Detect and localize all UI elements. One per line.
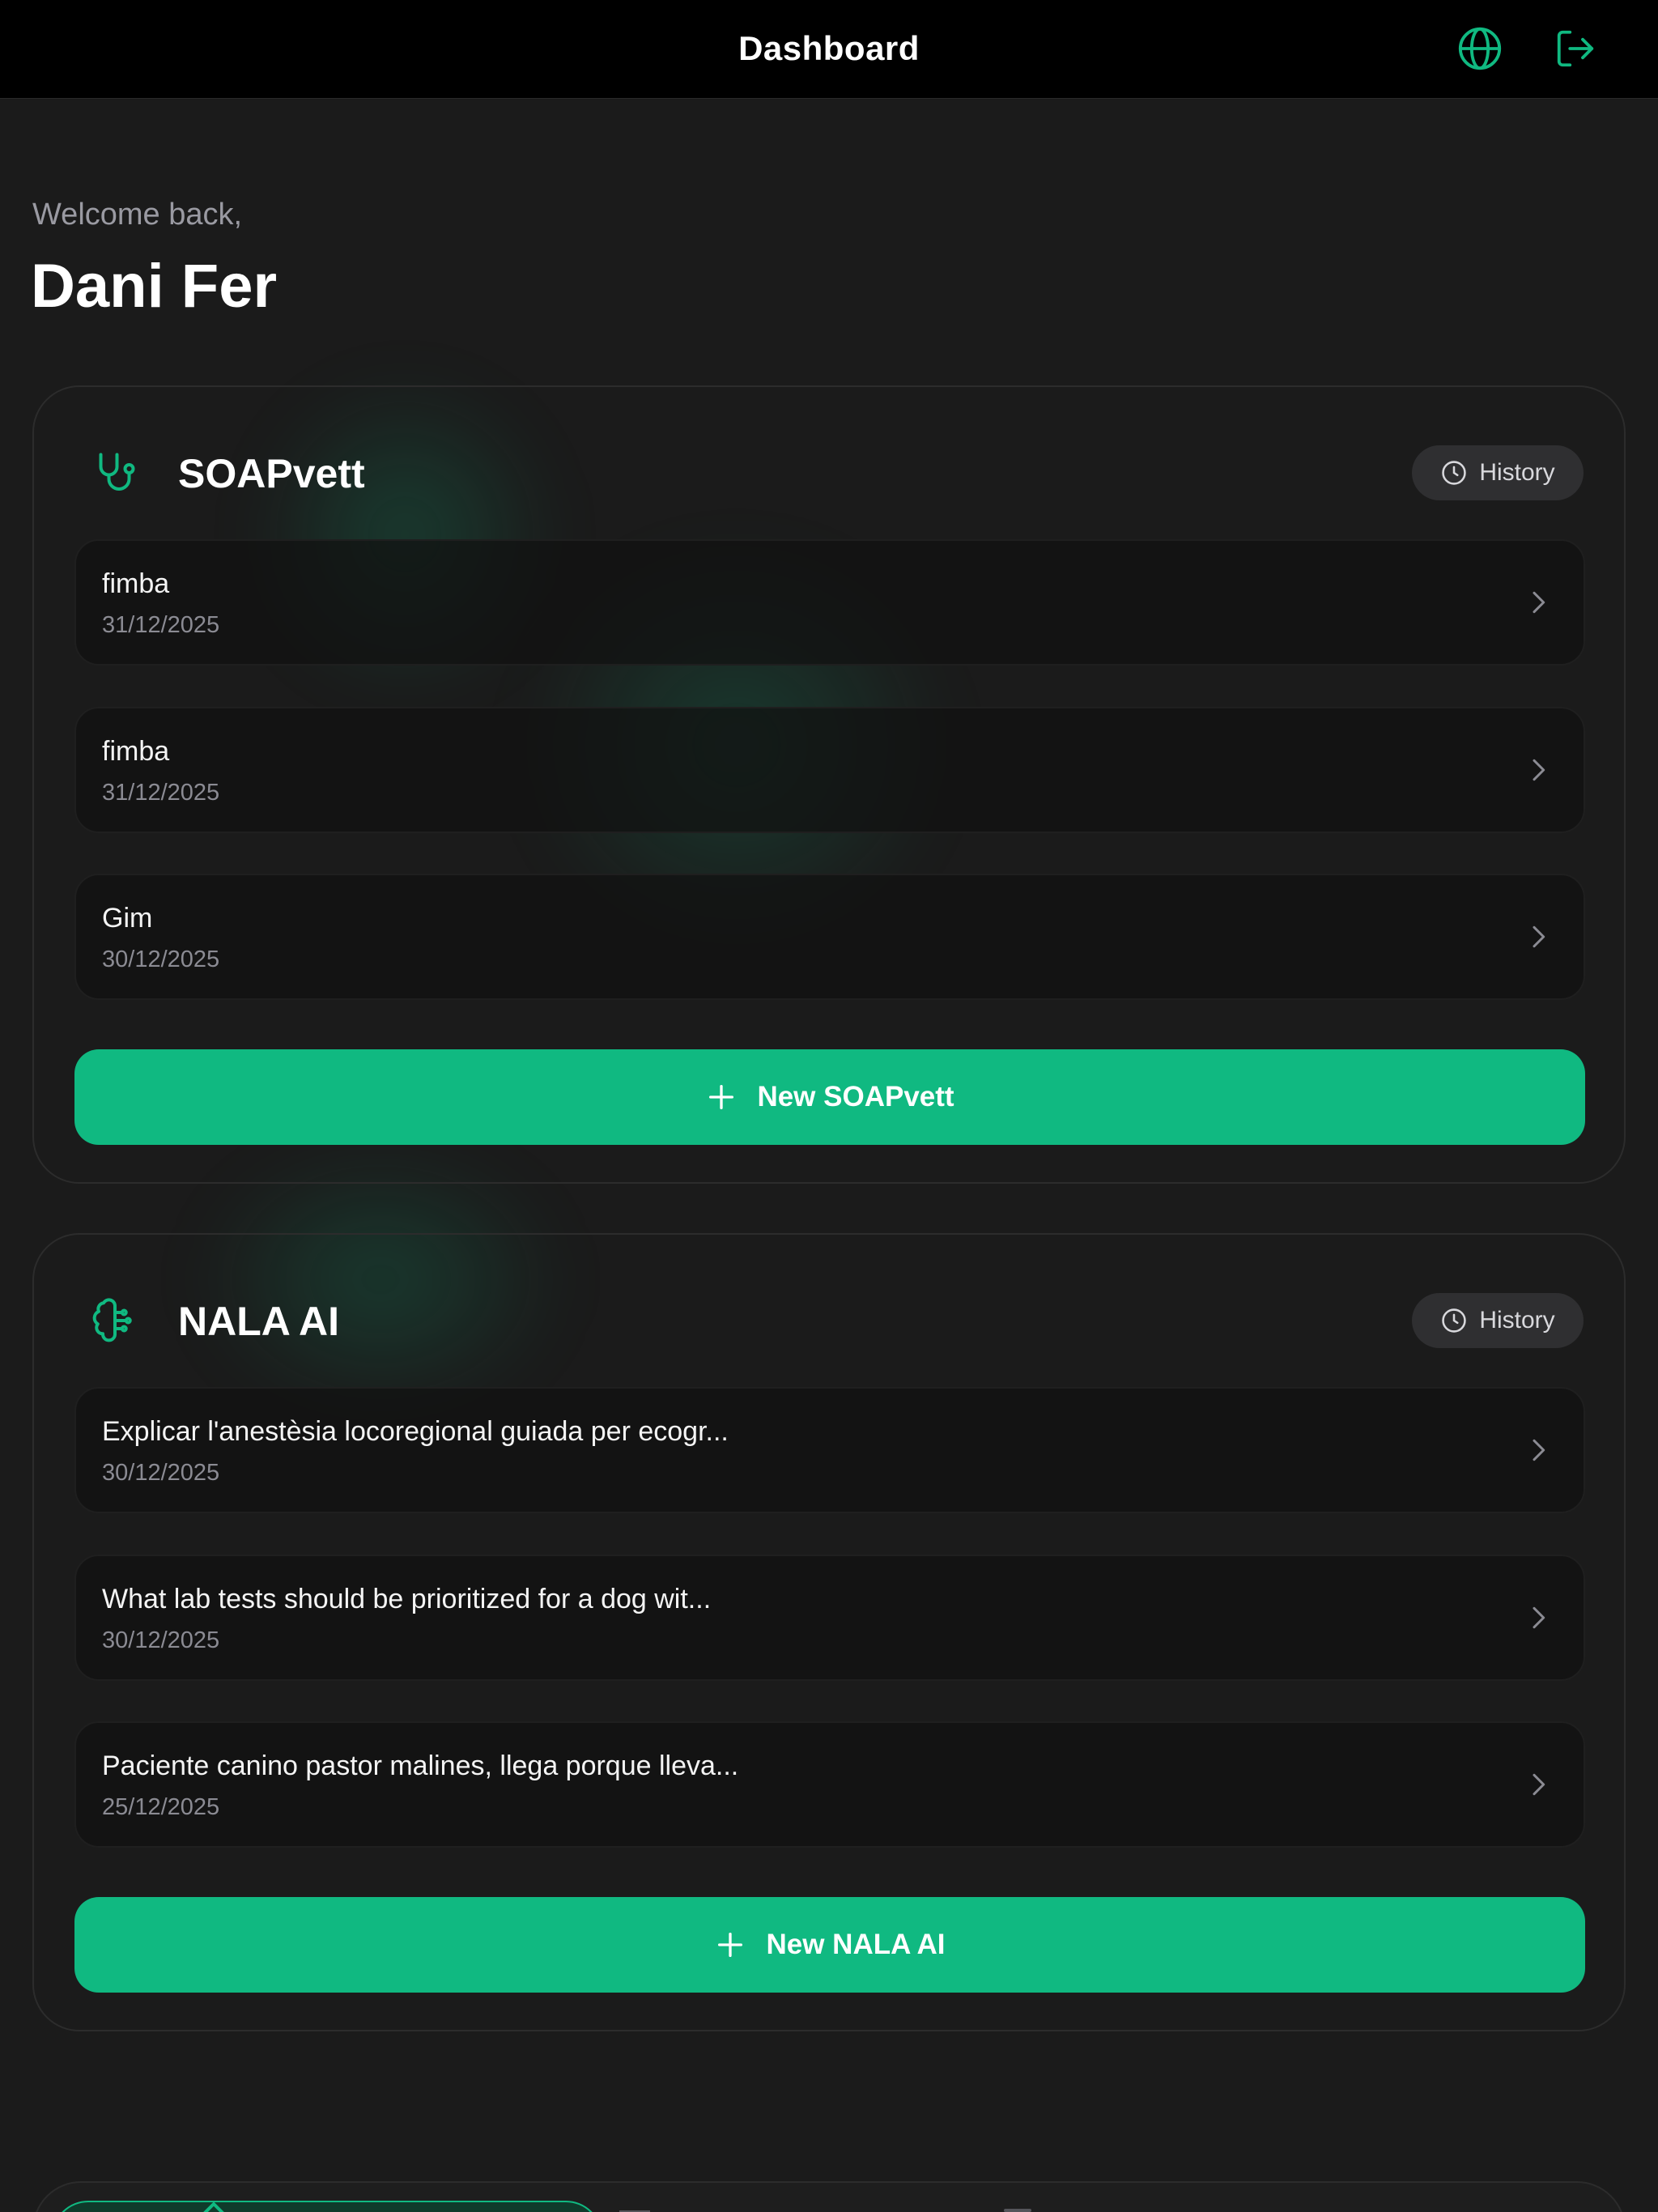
plus-icon (718, 1933, 743, 1957)
logout-icon (1557, 30, 1594, 67)
chevron-right-icon (1533, 925, 1545, 948)
new-soapvett-label: New SOAPvett (757, 1081, 954, 1112)
item-date: 31/12/2025 (102, 780, 220, 806)
item-title: Paciente canino pastor malines, llega po… (102, 1750, 739, 1781)
page-title: Dashboard (738, 29, 920, 67)
item-title: fimba (102, 568, 170, 599)
globe-icon (1458, 27, 1502, 70)
welcome-text: Welcome back, (32, 198, 243, 232)
chevron-right-icon (1533, 759, 1545, 781)
item-date: 25/12/2025 (102, 1794, 220, 1820)
nala-card-header: NALA AI History (34, 1280, 1624, 1361)
nav-item-icon[interactable] (1004, 2209, 1031, 2212)
stethoscope-icon (99, 453, 135, 491)
new-nala-button[interactable]: New NALA AI (74, 1897, 1585, 1993)
item-title: What lab tests should be prioritized for… (102, 1584, 712, 1614)
nav-item-home[interactable] (52, 2201, 602, 2212)
chevron-right-icon (1533, 1773, 1545, 1796)
language-button[interactable] (1454, 23, 1506, 74)
brain-icon (92, 1298, 132, 1342)
item-date: 30/12/2025 (102, 946, 220, 972)
soapvett-card-header: SOAPvett History (34, 432, 1624, 513)
top-bar: Dashboard (0, 0, 1658, 99)
item-date: 30/12/2025 (102, 1627, 220, 1653)
chevron-right-icon (1533, 591, 1545, 614)
list-item[interactable]: What lab tests should be prioritized for… (74, 1555, 1585, 1681)
list-item[interactable]: Gim 30/12/2025 (74, 874, 1585, 1000)
bottom-navigation (32, 2181, 1626, 2212)
history-label: History (1479, 1307, 1555, 1334)
item-date: 30/12/2025 (102, 1460, 220, 1486)
list-item[interactable]: fimba 31/12/2025 (74, 707, 1585, 833)
clock-icon (1442, 461, 1467, 485)
nala-history-button[interactable]: History (1412, 1293, 1584, 1348)
soapvett-history-button[interactable]: History (1412, 445, 1584, 500)
nala-card: NALA AI History Explicar l'anestèsia loc… (32, 1233, 1626, 2031)
list-item[interactable]: fimba 31/12/2025 (74, 539, 1585, 666)
item-title: Explicar l'anestèsia locoregional guiada… (102, 1416, 729, 1447)
chevron-right-icon (1533, 1439, 1545, 1461)
logout-button[interactable] (1550, 23, 1601, 74)
clock-icon (1442, 1308, 1467, 1333)
history-label: History (1479, 459, 1555, 486)
soapvett-card: SOAPvett History fimba 31/12/2025 fimba … (32, 385, 1626, 1184)
chevron-right-icon (1533, 1606, 1545, 1629)
user-name: Dani Fer (31, 252, 278, 321)
soapvett-title: SOAPvett (178, 451, 365, 496)
item-date: 31/12/2025 (102, 612, 220, 638)
nala-title: NALA AI (178, 1299, 340, 1344)
home-icon (203, 2202, 224, 2212)
item-title: Gim (102, 903, 153, 934)
list-item[interactable]: Explicar l'anestèsia locoregional guiada… (74, 1387, 1585, 1513)
plus-icon (709, 1085, 734, 1109)
new-soapvett-button[interactable]: New SOAPvett (74, 1049, 1585, 1145)
item-title: fimba (102, 736, 170, 767)
new-nala-label: New NALA AI (766, 1929, 946, 1960)
list-item[interactable]: Paciente canino pastor malines, llega po… (74, 1721, 1585, 1848)
